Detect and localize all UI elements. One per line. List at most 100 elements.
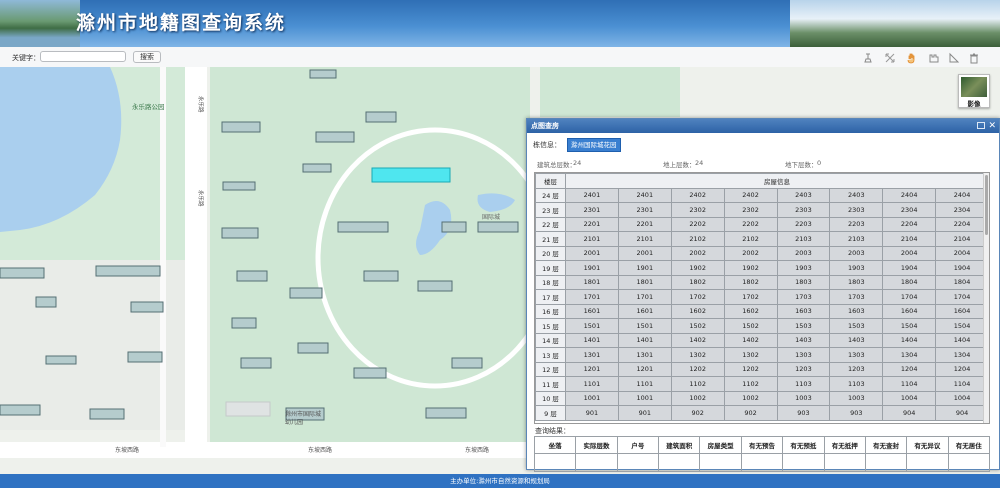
- room-cell[interactable]: 2002: [723, 245, 778, 261]
- room-cell[interactable]: 1302: [723, 347, 778, 363]
- room-cell[interactable]: 1704: [935, 289, 989, 305]
- room-cell[interactable]: 1001: [565, 390, 619, 406]
- room-cell[interactable]: 903: [829, 405, 884, 421]
- room-cell[interactable]: 2202: [723, 216, 778, 232]
- room-cell[interactable]: 2403: [829, 187, 884, 203]
- room-cell[interactable]: 2101: [617, 231, 672, 247]
- room-cell[interactable]: 1303: [776, 347, 831, 363]
- room-cell[interactable]: 1502: [670, 318, 725, 334]
- ruler-icon[interactable]: [928, 52, 940, 64]
- room-cell[interactable]: 1402: [670, 332, 725, 348]
- room-cell[interactable]: 1603: [829, 303, 884, 319]
- room-cell[interactable]: 1104: [882, 376, 937, 392]
- search-button[interactable]: 搜索: [133, 51, 161, 63]
- room-cell[interactable]: 2402: [670, 187, 725, 203]
- room-cell[interactable]: 1104: [935, 376, 989, 392]
- room-cell[interactable]: 904: [882, 405, 937, 421]
- room-cell[interactable]: 1204: [935, 361, 989, 377]
- room-cell[interactable]: 1301: [617, 347, 672, 363]
- room-cell[interactable]: 1501: [617, 318, 672, 334]
- scrollbar-thumb[interactable]: [985, 175, 988, 235]
- room-cell[interactable]: 1202: [723, 361, 778, 377]
- floor-table-container[interactable]: 楼层 房屋信息 24 层 2401 2401 2402 2402 2403 2403 2404…: [534, 172, 990, 424]
- room-cell[interactable]: 2201: [565, 216, 619, 232]
- room-cell[interactable]: 1604: [935, 303, 989, 319]
- room-cell[interactable]: 1803: [776, 274, 831, 290]
- room-cell[interactable]: 1601: [617, 303, 672, 319]
- room-cell[interactable]: 2303: [829, 202, 884, 218]
- room-cell[interactable]: 1904: [882, 260, 937, 276]
- room-cell[interactable]: 2201: [617, 216, 672, 232]
- room-cell[interactable]: 2103: [776, 231, 831, 247]
- room-cell[interactable]: 1601: [565, 303, 619, 319]
- room-cell[interactable]: 1103: [829, 376, 884, 392]
- clear-trash-icon[interactable]: [968, 52, 980, 64]
- keyword-input[interactable]: [40, 51, 126, 62]
- room-cell[interactable]: 1902: [723, 260, 778, 276]
- room-cell[interactable]: 1201: [565, 361, 619, 377]
- room-cell[interactable]: 1102: [723, 376, 778, 392]
- area-icon[interactable]: [948, 52, 960, 64]
- room-cell[interactable]: 1301: [565, 347, 619, 363]
- room-cell[interactable]: 1604: [882, 303, 937, 319]
- room-cell[interactable]: 1501: [565, 318, 619, 334]
- room-cell[interactable]: 1701: [565, 289, 619, 305]
- room-cell[interactable]: 2401: [565, 187, 619, 203]
- room-cell[interactable]: 1404: [882, 332, 937, 348]
- room-cell[interactable]: 1304: [935, 347, 989, 363]
- room-cell[interactable]: 1203: [776, 361, 831, 377]
- room-cell[interactable]: 1202: [670, 361, 725, 377]
- room-cell[interactable]: 2204: [935, 216, 989, 232]
- room-cell[interactable]: 2302: [670, 202, 725, 218]
- room-cell[interactable]: 1004: [935, 390, 989, 406]
- close-icon[interactable]: ✕: [988, 119, 996, 133]
- fullscreen-icon[interactable]: [884, 52, 896, 64]
- room-cell[interactable]: 1003: [776, 390, 831, 406]
- room-cell[interactable]: 1804: [882, 274, 937, 290]
- room-cell[interactable]: 1903: [829, 260, 884, 276]
- room-cell[interactable]: 1502: [723, 318, 778, 334]
- room-cell[interactable]: 1901: [617, 260, 672, 276]
- room-cell[interactable]: 2202: [670, 216, 725, 232]
- room-cell[interactable]: 1101: [617, 376, 672, 392]
- room-cell[interactable]: 1703: [776, 289, 831, 305]
- room-cell[interactable]: 2403: [776, 187, 831, 203]
- room-cell[interactable]: 1801: [565, 274, 619, 290]
- room-cell[interactable]: 2302: [723, 202, 778, 218]
- room-cell[interactable]: 2001: [565, 245, 619, 261]
- room-cell[interactable]: 1201: [617, 361, 672, 377]
- room-cell[interactable]: 2402: [723, 187, 778, 203]
- room-cell[interactable]: 902: [670, 405, 725, 421]
- building-name-badge[interactable]: 滁州国际城花园: [567, 138, 621, 152]
- room-cell[interactable]: 1904: [935, 260, 989, 276]
- imagery-toggle-button[interactable]: 影像: [958, 74, 990, 108]
- room-cell[interactable]: 1004: [882, 390, 937, 406]
- room-cell[interactable]: 2301: [617, 202, 672, 218]
- room-cell[interactable]: 1702: [670, 289, 725, 305]
- room-cell[interactable]: 2304: [935, 202, 989, 218]
- room-cell[interactable]: 1002: [670, 390, 725, 406]
- room-cell[interactable]: 1504: [882, 318, 937, 334]
- room-cell[interactable]: 1302: [670, 347, 725, 363]
- room-cell[interactable]: 1903: [776, 260, 831, 276]
- room-cell[interactable]: 1503: [776, 318, 831, 334]
- room-cell[interactable]: 1303: [829, 347, 884, 363]
- room-cell[interactable]: 2203: [776, 216, 831, 232]
- room-cell[interactable]: 1902: [670, 260, 725, 276]
- room-cell[interactable]: 1602: [670, 303, 725, 319]
- room-cell[interactable]: 2001: [617, 245, 672, 261]
- room-cell[interactable]: 1403: [829, 332, 884, 348]
- room-cell[interactable]: 2003: [829, 245, 884, 261]
- pan-hand-icon[interactable]: [906, 52, 918, 64]
- room-cell[interactable]: 2101: [565, 231, 619, 247]
- measure-icon[interactable]: [862, 52, 874, 64]
- room-cell[interactable]: 1801: [617, 274, 672, 290]
- room-cell[interactable]: 1602: [723, 303, 778, 319]
- room-cell[interactable]: 2301: [565, 202, 619, 218]
- maximize-icon[interactable]: [977, 122, 985, 129]
- room-cell[interactable]: 1704: [882, 289, 937, 305]
- room-cell[interactable]: 903: [776, 405, 831, 421]
- vertical-scrollbar[interactable]: [983, 173, 989, 423]
- room-cell[interactable]: 2003: [776, 245, 831, 261]
- room-cell[interactable]: 1701: [617, 289, 672, 305]
